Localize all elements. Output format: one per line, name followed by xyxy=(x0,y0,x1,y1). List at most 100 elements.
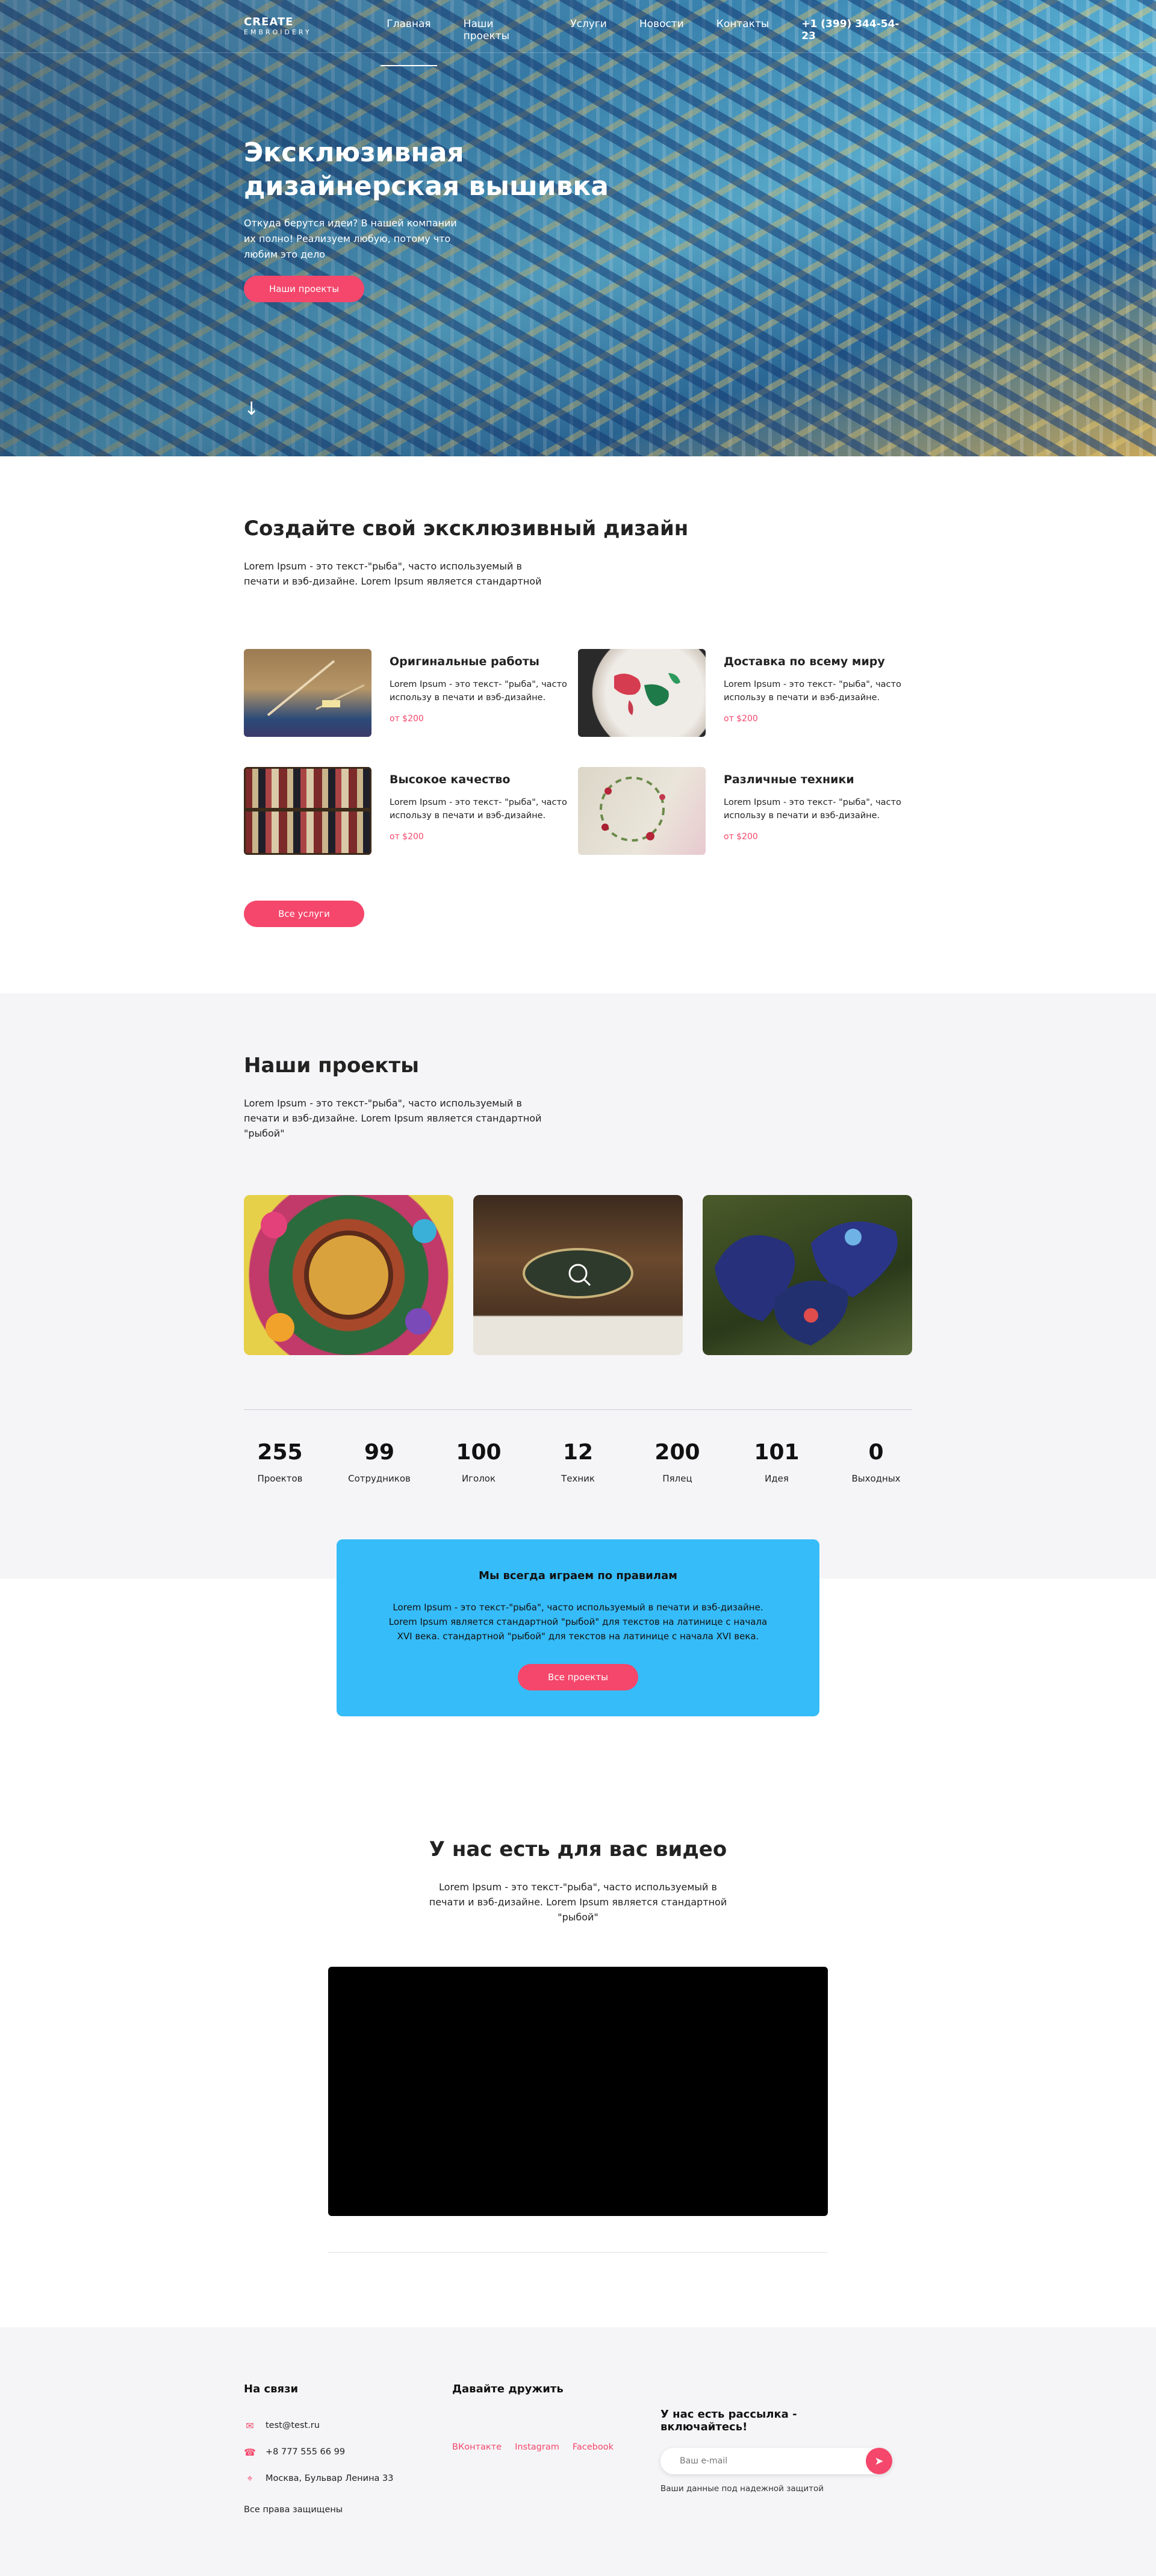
service-price: от $200 xyxy=(724,832,758,842)
contact-address-text: Москва, Бульвар Ленина 33 xyxy=(266,2474,394,2483)
stat-number: 101 xyxy=(754,1440,800,1465)
service-price: от $200 xyxy=(390,832,424,842)
contact-email[interactable]: ✉ test@test.ru xyxy=(244,2419,452,2432)
footer: На связи ✉ test@test.ru ☎ +8 777 555 66 99… xyxy=(0,2327,1156,2576)
footer-subscribe: У нас есть рассылка - включайтесь! ➤ Ваш… xyxy=(660,2383,892,2515)
menu-item-projects[interactable]: Наши проекты xyxy=(464,16,538,66)
video-player[interactable] xyxy=(328,1967,828,2216)
top-navigation: CREATE EMBROIDERY Главная Наши проекты У… xyxy=(0,0,1156,66)
copyright: Все права защищены xyxy=(244,2505,343,2515)
project-card[interactable] xyxy=(703,1195,912,1355)
service-title: Высокое качество xyxy=(390,773,511,786)
rules-text: Lorem Ipsum - это текст-"рыба", часто ис… xyxy=(388,1602,768,1642)
send-icon[interactable]: ➤ xyxy=(866,2448,892,2474)
stat-label: Идея xyxy=(765,1473,789,1484)
subscribe-form: ➤ xyxy=(660,2448,892,2474)
contact-email-text: test@test.ru xyxy=(266,2421,320,2430)
video-lead: Lorem Ipsum - это текст-"рыба", часто ис… xyxy=(429,1881,727,1923)
projects-title: Наши проекты xyxy=(244,1054,419,1078)
scroll-down-arrow-icon[interactable]: ↓ xyxy=(244,399,259,420)
contact-phone-text: +8 777 555 66 99 xyxy=(266,2447,346,2457)
service-price: от $200 xyxy=(390,714,424,724)
service-text: Lorem Ipsum - это текст- "рыба", часто и… xyxy=(724,798,901,821)
project-card[interactable] xyxy=(473,1195,683,1355)
stat-item: 12 Техник xyxy=(542,1440,614,1484)
subscribe-note: Ваши данные под надежной защитой xyxy=(660,2484,824,2494)
subscribe-email-input[interactable] xyxy=(660,2456,853,2466)
mail-icon: ✉ xyxy=(246,2419,254,2432)
header-phone[interactable]: +1 (399) 344-54-23 xyxy=(801,16,912,42)
service-text: Lorem Ipsum - это текст- "рыба", часто и… xyxy=(390,798,567,821)
stat-label: Техник xyxy=(561,1473,595,1484)
footer-contacts: На связи ✉ test@test.ru ☎ +8 777 555 66 99… xyxy=(244,2383,452,2515)
projects-lead: Lorem Ipsum - это текст-"рыба", часто ис… xyxy=(244,1097,542,1139)
contact-phone[interactable]: ☎ +8 777 555 66 99 xyxy=(244,2446,452,2458)
stat-number: 0 xyxy=(868,1440,884,1465)
footer-contacts-title: На связи xyxy=(244,2383,299,2395)
map-pin-icon: ⌖ xyxy=(247,2472,253,2484)
service-text: Lorem Ipsum - это текст- "рыба", часто и… xyxy=(724,680,901,703)
menu-item-news[interactable]: Новости xyxy=(639,16,684,66)
hero-section: CREATE EMBROIDERY Главная Наши проекты У… xyxy=(0,0,1156,456)
service-image-techniques xyxy=(578,767,706,855)
all-projects-button[interactable]: Все проекты xyxy=(518,1664,638,1690)
menu-item-services[interactable]: Услуги xyxy=(570,16,607,66)
footer-social-title: Давайте дружить xyxy=(452,2383,564,2395)
rules-banner: Мы всегда играем по правилам Lorem Ipsum… xyxy=(337,1539,819,1716)
service-title: Оригинальные работы xyxy=(390,655,539,668)
hero-title: Эксклюзивная дизайнерская вышивка xyxy=(244,137,609,202)
service-title: Доставка по всему миру xyxy=(724,655,885,668)
hero-text: Откуда берутся идеи? В нашей компании их… xyxy=(244,217,457,260)
stat-item: 100 Иголок xyxy=(443,1440,515,1484)
stat-label: Выходных xyxy=(851,1473,901,1484)
stat-number: 255 xyxy=(257,1440,303,1465)
contact-address: ⌖ Москва, Бульвар Ленина 33 xyxy=(244,2472,452,2484)
service-card[interactable]: Различные техники Lorem Ipsum - это текс… xyxy=(578,767,912,855)
stat-number: 12 xyxy=(562,1440,594,1465)
stat-item: 255 Проектов xyxy=(244,1440,316,1484)
social-link-facebook[interactable]: Facebook xyxy=(573,2442,614,2452)
stat-label: Иголок xyxy=(461,1473,496,1484)
all-services-button[interactable]: Все услуги xyxy=(244,901,364,927)
projects-section: Наши проекты Lorem Ipsum - это текст-"ры… xyxy=(0,993,1156,1716)
service-text: Lorem Ipsum - это текст- "рыба", часто и… xyxy=(390,680,567,703)
service-image-original xyxy=(244,649,371,737)
services-title: Создайте свой эксклюзивный дизайн xyxy=(244,517,689,541)
service-card[interactable]: Оригинальные работы Lorem Ipsum - это те… xyxy=(244,649,578,737)
stat-label: Пялец xyxy=(662,1473,692,1484)
stat-number: 100 xyxy=(456,1440,502,1465)
project-card[interactable] xyxy=(244,1195,453,1355)
logo-title: CREATE xyxy=(244,16,294,28)
stat-label: Сотрудников xyxy=(348,1473,411,1484)
services-lead: Lorem Ipsum - это текст-"рыба", часто ис… xyxy=(244,560,542,587)
rules-title: Мы всегда играем по правилам xyxy=(479,1569,677,1582)
stat-item: 200 Пялец xyxy=(641,1440,713,1484)
video-title: У нас есть для вас видео xyxy=(429,1837,727,1861)
hero-projects-button[interactable]: Наши проекты xyxy=(244,276,364,302)
footer-social: Давайте дружить ВКонтакте Instagram Face… xyxy=(452,2383,660,2515)
stat-number: 99 xyxy=(364,1440,395,1465)
social-link-vk[interactable]: ВКонтакте xyxy=(452,2442,502,2452)
services-section: Создайте свой эксклюзивный дизайн Lorem … xyxy=(0,456,1156,993)
menu-item-home[interactable]: Главная xyxy=(381,16,438,66)
service-image-quality xyxy=(244,767,371,855)
stat-item: 0 Выходных xyxy=(840,1440,912,1484)
service-card[interactable]: Доставка по всему миру Lorem Ipsum - это… xyxy=(578,649,912,737)
menu-item-contacts[interactable]: Контакты xyxy=(716,16,769,66)
main-menu: Главная Наши проекты Услуги Новости Конт… xyxy=(381,16,801,66)
social-link-instagram[interactable]: Instagram xyxy=(515,2442,559,2452)
stats-row: 255 Проектов 99 Сотрудников 100 Иголок 12 Те… xyxy=(244,1409,912,1484)
service-price: от $200 xyxy=(724,714,758,724)
logo-subtitle: EMBROIDERY xyxy=(244,28,312,36)
stat-number: 200 xyxy=(654,1440,700,1465)
projects-gallery xyxy=(244,1195,912,1355)
subscribe-title: У нас есть рассылка - включайтесь! xyxy=(660,2408,797,2433)
service-card[interactable]: Высокое качество Lorem Ipsum - это текст… xyxy=(244,767,578,855)
stat-item: 101 Идея xyxy=(741,1440,813,1484)
logo[interactable]: CREATE EMBROIDERY xyxy=(244,16,387,36)
divider xyxy=(328,2252,828,2253)
services-grid: Оригинальные работы Lorem Ipsum - это те… xyxy=(244,649,912,855)
service-image-delivery xyxy=(578,649,706,737)
phone-icon: ☎ xyxy=(244,2446,256,2458)
stat-label: Проектов xyxy=(257,1473,303,1484)
